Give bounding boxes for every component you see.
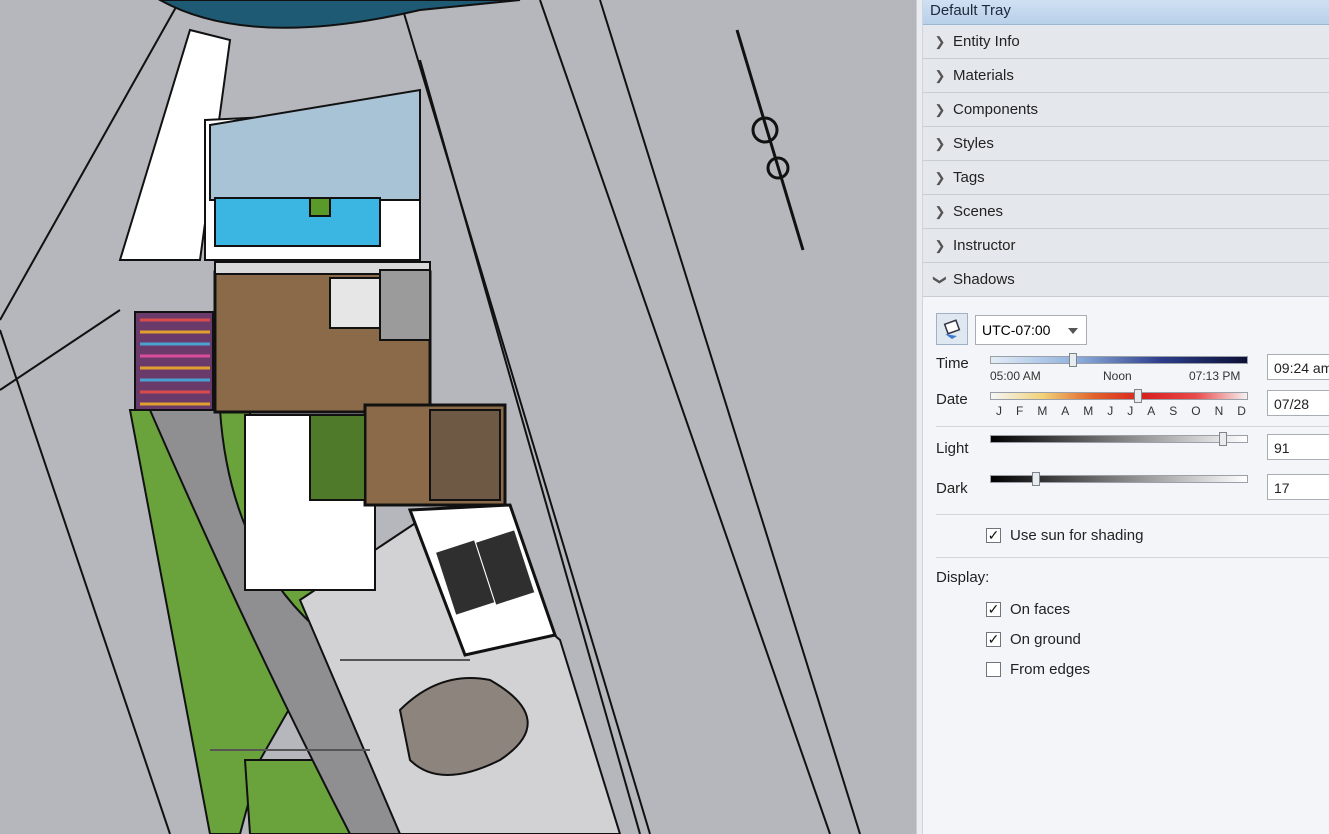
month-label: J — [1107, 404, 1114, 418]
chevron-right-icon: ❯ — [934, 169, 946, 185]
panel-entity-info[interactable]: ❯ Entity Info — [923, 25, 1329, 59]
bedroom-1 — [329, 277, 381, 329]
separator — [936, 514, 1329, 515]
panel-tags[interactable]: ❯ Tags — [923, 161, 1329, 195]
month-labels: JFMAMJJASOND — [996, 404, 1246, 418]
month-label: O — [1191, 404, 1201, 418]
panel-components[interactable]: ❯ Components — [923, 93, 1329, 127]
use-sun-checkbox[interactable]: ✓ — [986, 528, 1001, 543]
panel-styles[interactable]: ❯ Styles — [923, 127, 1329, 161]
water-area — [157, 0, 521, 29]
panel-label: Tags — [953, 169, 985, 186]
panel-label: Components — [953, 101, 1039, 118]
dropdown-arrow-icon — [1068, 328, 1078, 334]
model-viewport[interactable] — [0, 0, 916, 834]
chevron-down-icon: ❯ — [933, 274, 948, 285]
display-label: Display: — [936, 569, 990, 586]
courtyard — [309, 414, 366, 501]
dark-slider[interactable] — [990, 472, 1248, 486]
chevron-right-icon: ❯ — [934, 67, 946, 83]
month-label: M — [1037, 404, 1048, 418]
time-slider-thumb[interactable] — [1069, 353, 1077, 367]
month-label: N — [1214, 404, 1224, 418]
site-plan-drawing — [0, 0, 861, 834]
panel-instructor[interactable]: ❯ Instructor — [923, 229, 1329, 263]
bedroom-2 — [429, 409, 501, 501]
timezone-select[interactable]: UTC-07:00 — [975, 315, 1087, 345]
panel-label: Materials — [953, 67, 1014, 84]
on-ground-label: On ground — [1010, 631, 1081, 648]
panel-label: Scenes — [953, 203, 1004, 220]
on-faces-checkbox[interactable]: ✓ — [986, 602, 1001, 617]
timezone-value: UTC-07:00 — [982, 322, 1051, 338]
panel-shadows[interactable]: ❯ Shadows — [923, 263, 1329, 297]
separator — [936, 557, 1329, 558]
chevron-right-icon: ❯ — [934, 135, 946, 151]
pool-feature — [309, 197, 331, 217]
chevron-right-icon: ❯ — [934, 33, 946, 49]
pool — [214, 197, 381, 247]
chevron-right-icon: ❯ — [934, 101, 946, 117]
from-edges-checkbox[interactable] — [986, 662, 1001, 677]
light-label: Light — [936, 440, 969, 457]
time-label: Time — [936, 355, 969, 372]
time-noon-label: Noon — [1103, 369, 1132, 383]
bathroom — [379, 269, 431, 341]
month-label: S — [1169, 404, 1178, 418]
deck — [134, 311, 214, 411]
date-label: Date — [936, 391, 968, 408]
panel-label: Entity Info — [953, 33, 1020, 50]
dark-slider-thumb[interactable] — [1032, 472, 1040, 486]
light-field[interactable]: 91 — [1267, 434, 1329, 460]
from-edges-label: From edges — [1010, 661, 1091, 678]
panel-label: Instructor — [953, 237, 1016, 254]
dark-label: Dark — [936, 480, 968, 497]
on-ground-checkbox[interactable]: ✓ — [986, 632, 1001, 647]
date-slider[interactable] — [990, 389, 1248, 403]
month-label: M — [1083, 404, 1094, 418]
on-faces-label: On faces — [1010, 601, 1071, 618]
chevron-right-icon: ❯ — [934, 237, 946, 253]
shadow-toggle-icon — [943, 319, 961, 339]
use-sun-label: Use sun for shading — [1010, 527, 1144, 544]
date-slider-thumb[interactable] — [1134, 389, 1142, 403]
glass-roof — [209, 88, 421, 201]
month-label: A — [1061, 404, 1070, 418]
north-arrow — [735, 29, 805, 251]
date-field[interactable]: 07/28 — [1267, 390, 1329, 416]
tray-title: Default Tray — [923, 0, 1329, 25]
panel-scenes[interactable]: ❯ Scenes — [923, 195, 1329, 229]
panel-materials[interactable]: ❯ Materials — [923, 59, 1329, 93]
time-field[interactable]: 09:24 am — [1267, 354, 1329, 380]
month-label: D — [1237, 404, 1246, 418]
time-end-label: 07:13 PM — [1189, 369, 1241, 383]
shadow-toggle-button[interactable] — [936, 313, 968, 345]
panel-label: Styles — [953, 135, 994, 152]
month-label: F — [1015, 404, 1024, 418]
time-slider[interactable] — [990, 353, 1248, 367]
dark-field[interactable]: 17 — [1267, 474, 1329, 500]
chevron-right-icon: ❯ — [934, 203, 946, 219]
month-label: A — [1147, 404, 1156, 418]
separator — [936, 426, 1329, 427]
time-start-label: 05:00 AM — [990, 369, 1041, 383]
month-label: J — [1127, 404, 1134, 418]
month-label: J — [996, 404, 1002, 418]
panel-label: Shadows — [953, 271, 1015, 288]
light-slider-thumb[interactable] — [1219, 432, 1227, 446]
light-slider[interactable] — [990, 432, 1248, 446]
